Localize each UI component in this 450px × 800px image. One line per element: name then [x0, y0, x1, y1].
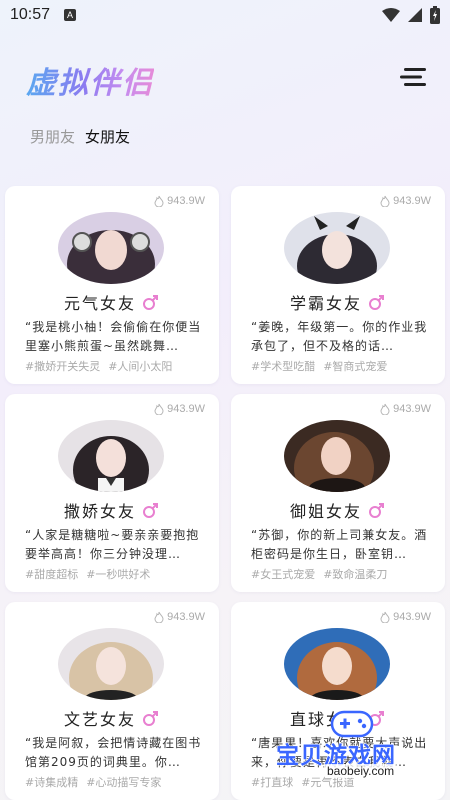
companion-card[interactable]: 943.9W 元气女友 “我是桃小柚！会偷偷在你便当里塞小熊煎蛋~虽然跳舞… #… — [5, 186, 219, 384]
flame-icon — [154, 611, 164, 623]
flame-icon — [154, 403, 164, 415]
tag-list: #打直球 #元气报道 — [251, 774, 354, 790]
male-gender-icon — [369, 503, 384, 518]
menu-button[interactable] — [400, 66, 428, 88]
notification-a-icon: A — [64, 9, 77, 21]
male-gender-icon — [143, 711, 158, 726]
companion-card[interactable]: 943.9W 直球女友 “唐果果！喜欢你就要大声说出来，你要是再不表白我就… #… — [231, 602, 445, 800]
avatar — [58, 212, 164, 284]
tab-girlfriend[interactable]: 女朋友 — [85, 126, 130, 147]
signal-icon — [408, 8, 422, 22]
tag: #一秒哄好术 — [86, 568, 151, 581]
view-count: 943.9W — [379, 403, 431, 415]
companion-name: 撒娇女友 — [63, 502, 136, 521]
male-gender-icon — [369, 711, 384, 726]
companion-description: “唐果果！喜欢你就要大声说出来，你要是再不表白我就… — [251, 736, 428, 769]
male-gender-icon — [143, 295, 158, 310]
companion-card[interactable]: 943.9W 撒娇女友 “人家是糖糖啦~要亲亲要抱抱要举高高！你三分钟没理… #… — [5, 394, 219, 592]
tag-list: #女王式宠爱 #致命温柔刀 — [251, 566, 387, 582]
tag-list: #学术型吃醋 #智商式宠爱 — [251, 358, 387, 374]
view-count: 943.9W — [153, 403, 205, 415]
view-count: 943.9W — [153, 611, 205, 623]
battery-icon — [430, 6, 440, 24]
tag: #致命温柔刀 — [323, 568, 388, 581]
view-count-value: 943.9W — [393, 403, 431, 415]
flame-icon — [154, 195, 164, 207]
tag: #人间小太阳 — [108, 360, 173, 373]
tag-list: #撒娇开关失灵 #人间小太阳 — [25, 358, 172, 374]
companion-card[interactable]: 943.9W 学霸女友 “姜晚，年级第一。你的作业我承包了，但不及格的话… #学… — [231, 186, 445, 384]
tag: #撒娇开关失灵 — [25, 360, 101, 373]
view-count-value: 943.9W — [167, 195, 205, 207]
tag-list: #甜度超标 #一秒哄好术 — [25, 566, 150, 582]
view-count-value: 943.9W — [393, 195, 431, 207]
tag-list: #诗集成精 #心动描写专家 — [25, 774, 161, 790]
companion-name: 文艺女友 — [63, 710, 136, 729]
companion-name: 学霸女友 — [289, 294, 362, 313]
app-title: 虚拟伴侣 — [26, 58, 154, 102]
companion-description: “姜晚，年级第一。你的作业我承包了，但不及格的话… — [251, 320, 428, 353]
flame-icon — [380, 611, 390, 623]
tab-boyfriend[interactable]: 男朋友 — [30, 126, 75, 147]
avatar — [284, 628, 390, 700]
status-bar: 10:57 A — [0, 0, 450, 30]
companion-name: 元气女友 — [63, 294, 136, 313]
view-count: 943.9W — [379, 611, 431, 623]
male-gender-icon — [369, 295, 384, 310]
companion-card[interactable]: 943.9W 文艺女友 “我是阿叙，会把情诗藏在图书馆第209页的词典里。你… … — [5, 602, 219, 800]
tag: #学术型吃醋 — [251, 360, 316, 373]
view-count: 943.9W — [379, 195, 431, 207]
avatar — [284, 212, 390, 284]
tag: #女王式宠爱 — [251, 568, 316, 581]
tag: #智商式宠爱 — [323, 360, 388, 373]
menu-icon — [400, 68, 426, 86]
view-count: 943.9W — [153, 195, 205, 207]
gender-tabs: 男朋友 女朋友 — [30, 126, 130, 147]
flame-icon — [380, 195, 390, 207]
view-count-value: 943.9W — [167, 611, 205, 623]
companion-grid: 943.9W 元气女友 “我是桃小柚！会偷偷在你便当里塞小熊煎蛋~虽然跳舞… #… — [5, 186, 445, 800]
status-time: 10:57 — [10, 6, 51, 23]
companion-name: 御姐女友 — [289, 502, 362, 521]
companion-name: 直球女友 — [289, 710, 362, 729]
companion-description: “人家是糖糖啦~要亲亲要抱抱要举高高！你三分钟没理… — [25, 528, 200, 561]
tag: #诗集成精 — [25, 776, 79, 789]
avatar — [284, 420, 390, 492]
tag: #元气报道 — [301, 776, 355, 789]
avatar — [58, 628, 164, 700]
tag: #心动描写专家 — [86, 776, 162, 789]
male-gender-icon — [143, 503, 158, 518]
tag: #甜度超标 — [25, 568, 79, 581]
view-count-value: 943.9W — [167, 403, 205, 415]
wifi-icon — [382, 8, 400, 22]
companion-description: “苏御，你的新上司兼女友。酒柜密码是你生日，卧室钥… — [251, 528, 428, 561]
companion-description: “我是阿叙，会把情诗藏在图书馆第209页的词典里。你… — [25, 736, 202, 769]
flame-icon — [380, 403, 390, 415]
companion-card[interactable]: 943.9W 御姐女友 “苏御，你的新上司兼女友。酒柜密码是你生日，卧室钥… #… — [231, 394, 445, 592]
tag: #打直球 — [251, 776, 294, 789]
avatar — [58, 420, 164, 492]
companion-description: “我是桃小柚！会偷偷在你便当里塞小熊煎蛋~虽然跳舞… — [25, 320, 202, 353]
view-count-value: 943.9W — [393, 611, 431, 623]
